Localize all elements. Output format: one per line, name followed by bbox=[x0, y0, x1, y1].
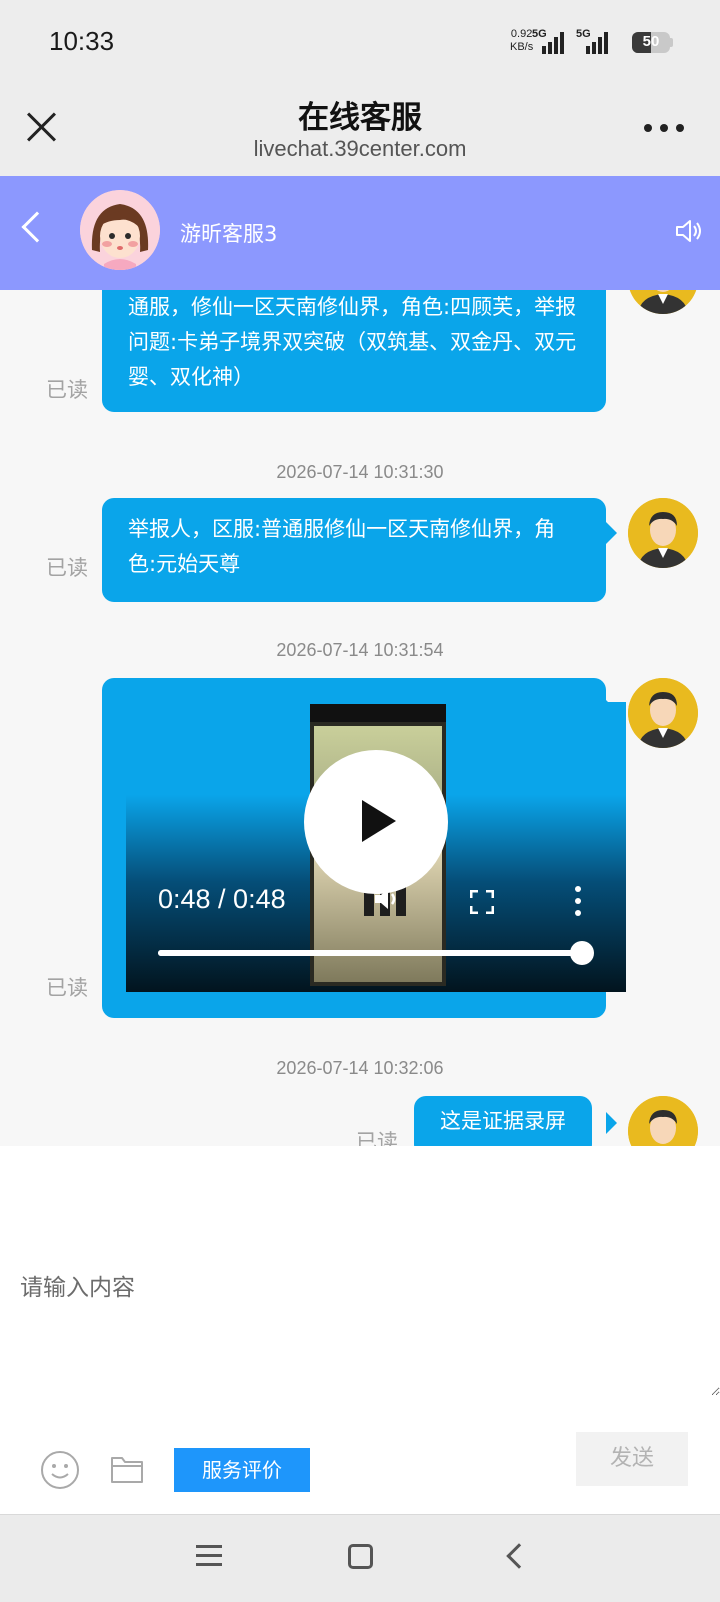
video-progress-thumb[interactable] bbox=[570, 941, 594, 965]
page-url: livechat.39center.com bbox=[253, 136, 467, 161]
message-text: 通服，修仙一区天南修仙界，角色:四顾芙，举报问题:卡弟子境界双突破（双筑基、双金… bbox=[128, 295, 577, 389]
menu-icon[interactable] bbox=[196, 1545, 222, 1567]
read-status: 已读 bbox=[356, 1130, 398, 1146]
message-text: 这是证据录屏 bbox=[440, 1109, 566, 1133]
more-icon[interactable] bbox=[644, 124, 684, 132]
message-timestamp: 2026-07-14 10:31:54 bbox=[276, 640, 444, 660]
speaker-icon[interactable] bbox=[674, 216, 704, 246]
home-icon[interactable] bbox=[348, 1544, 373, 1569]
message-text: 举报人，区服:普通服修仙一区天南修仙界，角色:元始天尊 bbox=[128, 517, 556, 576]
chat-header: 游昕客服3 bbox=[0, 176, 720, 290]
play-button[interactable] bbox=[304, 750, 448, 894]
rate-service-button[interactable]: 服务评价 bbox=[174, 1448, 310, 1492]
fullscreen-icon[interactable] bbox=[469, 889, 495, 915]
send-button[interactable]: 发送 bbox=[576, 1432, 688, 1486]
video-progress-bar[interactable] bbox=[158, 941, 594, 965]
message-row: 2026-07-14 10:32:06 这是证据录屏 已读 bbox=[0, 1046, 720, 1146]
message-bubble[interactable]: 举报人，区服:普通服修仙一区天南修仙界，角色:元始天尊 bbox=[102, 498, 606, 602]
status-bar: 10:33 0.92 KB/s 5G 5G 50 bbox=[0, 0, 720, 86]
user-avatar[interactable] bbox=[628, 498, 698, 568]
user-avatar[interactable] bbox=[628, 290, 698, 314]
signal-label-2: 5G bbox=[576, 28, 591, 40]
message-timestamp: 2026-07-14 10:32:06 bbox=[276, 1058, 444, 1078]
battery-icon: 50 bbox=[632, 32, 670, 53]
user-avatar[interactable] bbox=[628, 678, 698, 748]
back-icon[interactable] bbox=[506, 1543, 532, 1569]
browser-header: 在线客服 livechat.39center.com bbox=[0, 86, 720, 176]
status-time: 10:33 bbox=[49, 26, 115, 56]
signal-icon-2: 5G bbox=[576, 28, 610, 54]
network-speed-unit: KB/s bbox=[510, 41, 534, 53]
system-nav-bar bbox=[0, 1514, 720, 1602]
message-bubble[interactable]: 通服，修仙一区天南修仙界，角色:四顾芙，举报问题:卡弟子境界双突破（双筑基、双金… bbox=[102, 290, 606, 412]
input-area: 服务评价 发送 bbox=[0, 1146, 720, 1514]
battery-level: 50 bbox=[642, 33, 660, 50]
network-speed-value: 0.92 bbox=[510, 28, 533, 40]
agent-name: 游昕客服3 bbox=[180, 222, 278, 246]
video-time: 0:48 / 0:48 bbox=[158, 884, 286, 914]
video-more-icon[interactable] bbox=[574, 886, 582, 916]
chevron-left-icon[interactable] bbox=[21, 211, 53, 243]
message-timestamp: 2026-07-14 10:31:30 bbox=[276, 462, 444, 482]
network-speed: 0.92 KB/s bbox=[510, 28, 533, 54]
folder-icon[interactable] bbox=[110, 1454, 144, 1484]
agent-avatar[interactable] bbox=[80, 190, 160, 270]
message-input[interactable] bbox=[0, 1146, 720, 1396]
page-title: 在线客服 bbox=[298, 100, 422, 136]
play-icon bbox=[362, 800, 396, 842]
signal-label: 5G bbox=[532, 28, 547, 40]
read-status: 已读 bbox=[46, 378, 88, 402]
signal-icon: 5G bbox=[532, 28, 566, 54]
user-avatar[interactable] bbox=[628, 1096, 698, 1146]
read-status: 已读 bbox=[46, 976, 88, 1000]
message-bubble[interactable]: 这是证据录屏 bbox=[414, 1096, 592, 1146]
read-status: 已读 bbox=[46, 556, 88, 580]
video-progress-fill bbox=[158, 950, 582, 956]
emoji-icon[interactable] bbox=[40, 1450, 80, 1490]
volume-icon[interactable] bbox=[372, 884, 402, 914]
